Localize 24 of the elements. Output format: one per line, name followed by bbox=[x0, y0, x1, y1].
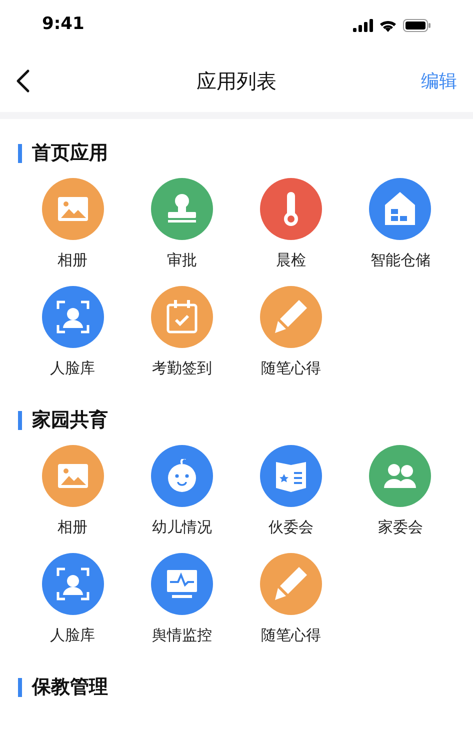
app-label: 随笔心得 bbox=[261, 358, 322, 378]
app-label: 伙委会 bbox=[268, 517, 314, 537]
app-label: 考勤签到 bbox=[152, 358, 212, 378]
status-time: 9:41 bbox=[42, 13, 84, 36]
app-label: 人脸库 bbox=[50, 358, 96, 378]
wifi-icon bbox=[379, 18, 397, 32]
app-label: 晨检 bbox=[276, 250, 306, 270]
app-label: 人脸库 bbox=[50, 625, 96, 645]
app-label: 相册 bbox=[58, 250, 88, 270]
app-label: 舆情监控 bbox=[152, 625, 212, 645]
battery-icon bbox=[403, 18, 431, 32]
edit-button[interactable]: 编辑 bbox=[421, 68, 457, 94]
app-label: 随笔心得 bbox=[261, 625, 322, 645]
section-title: 家园共育 bbox=[32, 408, 108, 433]
section-title: 首页应用 bbox=[32, 140, 108, 166]
app-label: 智能仓储 bbox=[370, 250, 430, 270]
app-label: 相册 bbox=[58, 517, 88, 537]
page-title: 应用列表 bbox=[196, 68, 276, 95]
app-label: 家委会 bbox=[378, 517, 423, 537]
signal-icon bbox=[353, 18, 373, 32]
section-title: 保教管理 bbox=[32, 674, 108, 700]
app-label: 审批 bbox=[166, 250, 197, 270]
back-icon[interactable] bbox=[16, 69, 30, 93]
app-label: 幼儿情况 bbox=[152, 517, 212, 537]
